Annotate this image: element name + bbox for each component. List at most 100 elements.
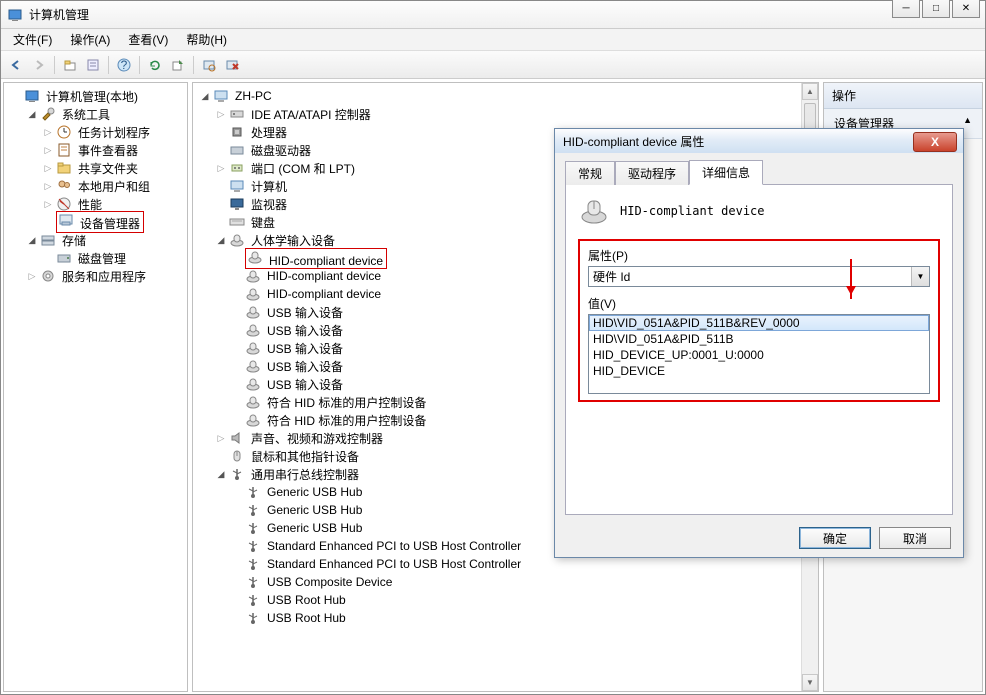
- property-combo[interactable]: 硬件 Id ▼: [588, 266, 930, 287]
- listbox-row[interactable]: HID\VID_051A&PID_511B: [589, 331, 929, 347]
- scan-button[interactable]: [198, 54, 220, 76]
- menu-view[interactable]: 查看(V): [120, 29, 176, 50]
- tree-item[interactable]: ◢ ZH-PC: [195, 87, 798, 105]
- expand-toggle[interactable]: ▷: [26, 270, 38, 282]
- listbox-row[interactable]: HID\VID_051A&PID_511B&REV_0000: [589, 315, 929, 331]
- tree-item[interactable]: ▷服务和应用程序: [6, 267, 185, 285]
- expand-toggle[interactable]: ▷: [42, 198, 54, 210]
- toolbar-separator: [108, 56, 109, 74]
- dialog-body: 常规 驱动程序 详细信息 HID-compliant device 属性(P) …: [555, 153, 963, 519]
- hid-icon: [245, 286, 261, 302]
- tree-item[interactable]: ▷任务计划程序: [6, 123, 185, 141]
- tree-item-label: USB 输入设备: [265, 304, 345, 321]
- tree-item[interactable]: ◢系统工具: [6, 105, 185, 123]
- listbox-row[interactable]: HID_DEVICE: [589, 363, 929, 379]
- scroll-up-button[interactable]: ▲: [802, 83, 818, 100]
- tree-item-label: USB 输入设备: [265, 358, 345, 375]
- tree-item-label: HID-compliant device: [265, 287, 383, 301]
- annotation-highlight: HID-compliant device: [245, 248, 387, 269]
- tab-details[interactable]: 详细信息: [689, 160, 763, 185]
- forward-button[interactable]: [28, 54, 50, 76]
- listbox-row[interactable]: HID_DEVICE_UP:0001_U:0000: [589, 347, 929, 363]
- back-button[interactable]: [5, 54, 27, 76]
- pc-icon: [213, 88, 229, 104]
- ide-icon: [229, 106, 245, 122]
- scroll-down-button[interactable]: ▼: [802, 674, 818, 691]
- window-controls: ─ □ ✕: [892, 0, 980, 18]
- expand-toggle[interactable]: ◢: [26, 108, 38, 120]
- tree-item[interactable]: USB Root Hub: [195, 609, 798, 627]
- expand-toggle: [231, 306, 243, 318]
- tree-item-label: 存储: [60, 232, 88, 249]
- close-button[interactable]: ✕: [952, 0, 980, 18]
- minimize-button[interactable]: ─: [892, 0, 920, 18]
- tree-item-label: 监视器: [249, 196, 289, 213]
- tree-item[interactable]: USB Composite Device: [195, 573, 798, 591]
- expand-toggle[interactable]: ▷: [215, 162, 227, 174]
- expand-toggle[interactable]: ▷: [42, 180, 54, 192]
- up-button[interactable]: [59, 54, 81, 76]
- tree-item-label: 处理器: [249, 124, 289, 141]
- sound-icon: [229, 430, 245, 446]
- uninstall-button[interactable]: [221, 54, 243, 76]
- expand-toggle[interactable]: ▷: [42, 162, 54, 174]
- tree-item-label: USB 输入设备: [265, 322, 345, 339]
- help-button[interactable]: ?: [113, 54, 135, 76]
- expand-toggle: [215, 216, 227, 228]
- expand-toggle: [215, 450, 227, 462]
- annotation-arrow: [850, 259, 852, 299]
- titlebar: 计算机管理 ─ □ ✕: [1, 1, 985, 29]
- usb-icon: [245, 592, 261, 608]
- tree-item[interactable]: 磁盘管理: [6, 249, 185, 267]
- expand-toggle[interactable]: ◢: [199, 90, 211, 102]
- tab-driver[interactable]: 驱动程序: [615, 161, 689, 185]
- dialog-close-button[interactable]: X: [913, 132, 957, 152]
- tree-item[interactable]: USB Root Hub: [195, 591, 798, 609]
- expand-toggle[interactable]: ◢: [215, 234, 227, 246]
- tab-general[interactable]: 常规: [565, 161, 615, 185]
- property-combo-value: 硬件 Id: [593, 268, 630, 285]
- value-listbox[interactable]: HID\VID_051A&PID_511B&REV_0000HID\VID_05…: [588, 314, 930, 394]
- expand-toggle[interactable]: ▷: [42, 144, 54, 156]
- usb-icon: [229, 466, 245, 482]
- window-title: 计算机管理: [29, 6, 89, 23]
- menu-action[interactable]: 操作(A): [62, 29, 118, 50]
- dialog-titlebar[interactable]: HID-compliant device 属性 X: [555, 129, 963, 153]
- tree-item[interactable]: 设备管理器: [6, 213, 185, 231]
- tree-item[interactable]: ▷事件查看器: [6, 141, 185, 159]
- expand-toggle[interactable]: ▷: [215, 108, 227, 120]
- expand-toggle[interactable]: ◢: [215, 468, 227, 480]
- tools-icon: [40, 106, 56, 122]
- left-pane: 计算机管理(本地)◢系统工具▷任务计划程序▷事件查看器▷共享文件夹▷本地用户和组…: [3, 82, 188, 692]
- export-button[interactable]: [167, 54, 189, 76]
- expand-toggle: [231, 540, 243, 552]
- expand-toggle[interactable]: ▷: [42, 126, 54, 138]
- hid-icon: [245, 412, 261, 428]
- ok-button[interactable]: 确定: [799, 527, 871, 549]
- tree-item-label: 磁盘管理: [76, 250, 128, 267]
- collapse-icon: ▲: [963, 115, 972, 132]
- expand-toggle[interactable]: ◢: [26, 234, 38, 246]
- expand-toggle: [231, 414, 243, 426]
- tree-item[interactable]: ◢ 存储: [6, 231, 185, 249]
- storage-icon: [40, 232, 56, 248]
- toolbar: ?: [1, 51, 985, 79]
- hid-icon: [245, 358, 261, 374]
- hid-icon: [245, 268, 261, 284]
- tree-item[interactable]: 计算机管理(本地): [6, 87, 185, 105]
- tree-item-label: ZH-PC: [233, 89, 274, 103]
- menu-help[interactable]: 帮助(H): [178, 29, 235, 50]
- menu-file[interactable]: 文件(F): [5, 29, 60, 50]
- refresh-button[interactable]: [144, 54, 166, 76]
- properties-button[interactable]: [82, 54, 104, 76]
- maximize-button[interactable]: □: [922, 0, 950, 18]
- tree-item[interactable]: ▷IDE ATA/ATAPI 控制器: [195, 105, 798, 123]
- expand-toggle[interactable]: ▷: [215, 432, 227, 444]
- tree-item[interactable]: ▷本地用户和组: [6, 177, 185, 195]
- tree-item[interactable]: ▷共享文件夹: [6, 159, 185, 177]
- hid-icon: [578, 195, 610, 227]
- actions-pane-header: 操作: [824, 83, 982, 109]
- tree-item-label: 计算机管理(本地): [44, 88, 140, 105]
- cancel-button[interactable]: 取消: [879, 527, 951, 549]
- hid-icon: [245, 394, 261, 410]
